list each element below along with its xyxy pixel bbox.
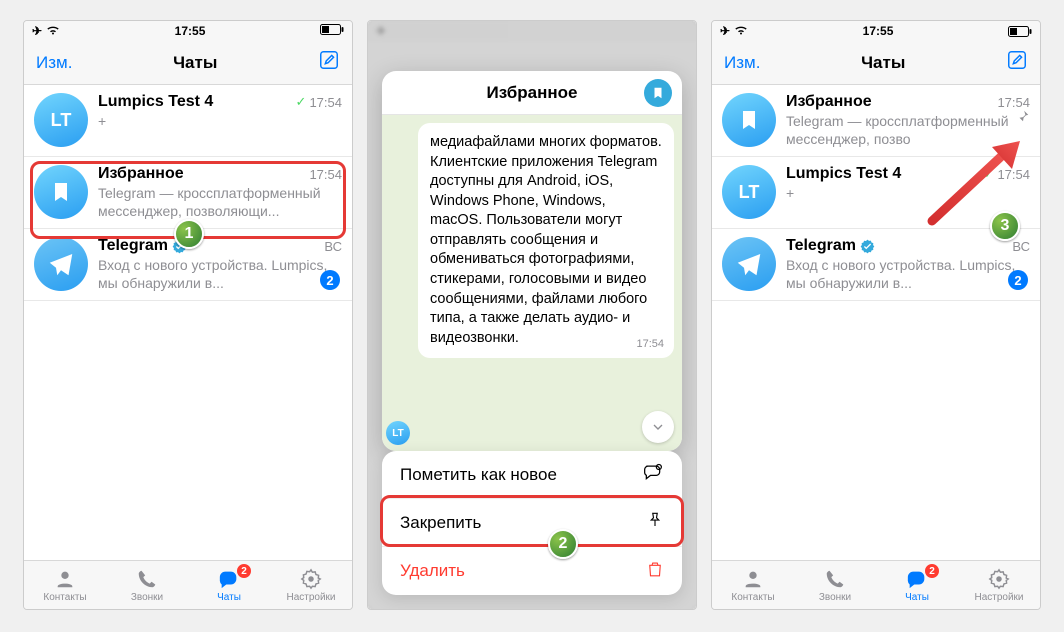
message-bubble: медиафайлами многих форматов. Клиентские… <box>418 123 674 358</box>
wifi-icon <box>734 24 748 38</box>
tab-calls[interactable]: Звонки <box>794 561 876 609</box>
mini-avatar: LT <box>386 421 410 445</box>
status-bar: ✈︎ 17:55 <box>712 21 1040 41</box>
navbar: Изм. Чаты <box>24 41 352 85</box>
chat-name: Lumpics Test 4 <box>98 93 213 111</box>
chat-time: ✓17:54 <box>984 166 1030 182</box>
verified-icon <box>860 239 875 254</box>
action-pin[interactable]: Закрепить <box>382 499 682 547</box>
airplane-icon: ✈︎ <box>720 24 730 38</box>
chat-preview: Вход с нового устройства. Lumpics, мы об… <box>98 257 342 292</box>
tab-badge: 2 <box>924 563 940 579</box>
check-icon: ✓ <box>296 94 307 110</box>
scroll-down-button[interactable] <box>642 411 674 443</box>
trash-icon <box>646 559 664 584</box>
context-menu: Пометить как новое Закрепить Удалить <box>382 451 682 595</box>
unread-badge: 2 <box>1008 270 1028 290</box>
navbar: Изм. Чаты <box>712 41 1040 85</box>
chat-preview: Вход с нового устройства. Lumpics, мы об… <box>786 257 1030 292</box>
tab-bar: Контакты Звонки Чаты 2 Настройки <box>24 560 352 609</box>
saved-icon <box>34 165 88 219</box>
tab-calls[interactable]: Звонки <box>106 561 188 609</box>
screenshot-3: ✈︎ 17:55 Изм. Чаты Избранное 17:54 <box>711 20 1041 610</box>
bubble-time: 17:54 <box>636 337 664 352</box>
chat-time: ВС <box>1012 239 1030 254</box>
battery-icon <box>320 24 344 38</box>
chat-time: ВС <box>324 239 342 254</box>
chat-row[interactable]: LT Lumpics Test 4 ✓17:54 + <box>24 85 352 157</box>
chat-preview: + <box>98 113 342 131</box>
compose-button[interactable] <box>318 49 340 76</box>
edit-button[interactable]: Изм. <box>36 53 72 73</box>
chat-name: Telegram <box>98 237 187 255</box>
page-title: Чаты <box>861 53 905 73</box>
avatar: LT <box>34 93 88 147</box>
step-badge-3: 3 <box>990 211 1020 241</box>
saved-icon <box>644 79 672 107</box>
chat-name: Lumpics Test 4 <box>786 165 901 183</box>
chat-name: Telegram <box>786 237 875 255</box>
page-title: Чаты <box>173 53 217 73</box>
chat-name: Избранное <box>98 165 184 183</box>
chat-preview: Telegram — кроссплатформенный мессенджер… <box>786 113 1030 148</box>
tab-badge: 2 <box>236 563 252 579</box>
compose-button[interactable] <box>1006 49 1028 76</box>
tab-contacts[interactable]: Контакты <box>24 561 106 609</box>
edit-button[interactable]: Изм. <box>724 53 760 73</box>
tab-contacts[interactable]: Контакты <box>712 561 794 609</box>
chat-row-saved[interactable]: Избранное 17:54 Telegram — кроссплатформ… <box>712 85 1040 157</box>
status-time: 17:55 <box>175 24 206 38</box>
avatar: LT <box>722 165 776 219</box>
chat-name: Избранное <box>786 93 872 111</box>
tab-settings[interactable]: Настройки <box>270 561 352 609</box>
pinned-icon <box>1016 109 1030 128</box>
chat-preview-card[interactable]: Избранное медиафайлами многих форматов. … <box>382 71 682 451</box>
status-bar: ✈︎ 17:55 <box>24 21 352 41</box>
telegram-icon <box>722 237 776 291</box>
tab-chats[interactable]: Чаты 2 <box>188 561 270 609</box>
chat-time: ✓17:54 <box>296 94 342 110</box>
tab-settings[interactable]: Настройки <box>958 561 1040 609</box>
action-delete[interactable]: Удалить <box>382 547 682 595</box>
chat-preview: Telegram — кроссплатформенный мессенджер… <box>98 185 342 220</box>
chat-time: 17:54 <box>997 95 1030 110</box>
tab-bar: Контакты Звонки Чаты 2 Настройки <box>712 560 1040 609</box>
chat-list: LT Lumpics Test 4 ✓17:54 + Избранное 17:… <box>24 85 352 560</box>
chat-list: Избранное 17:54 Telegram — кроссплатформ… <box>712 85 1040 560</box>
chat-unread-icon <box>642 462 664 487</box>
pin-icon <box>646 510 664 535</box>
unread-badge: 2 <box>320 270 340 290</box>
chat-preview: + <box>786 185 1030 203</box>
saved-icon <box>722 93 776 147</box>
screenshot-1: ✈︎ 17:55 Изм. Чаты LT Lumpics Test 4 ✓17… <box>23 20 353 610</box>
telegram-icon <box>34 237 88 291</box>
screenshot-2: ✈︎ Избранное медиафайлами многих формато… <box>367 20 697 610</box>
chat-time: 17:54 <box>309 167 342 182</box>
check-icon: ✓ <box>984 166 995 182</box>
tab-chats[interactable]: Чаты 2 <box>876 561 958 609</box>
status-time: 17:55 <box>863 24 894 38</box>
step-badge-1: 1 <box>174 219 204 249</box>
chat-row[interactable]: Telegram ВС Вход с нового устройства. Lu… <box>712 229 1040 301</box>
action-mark-unread[interactable]: Пометить как новое <box>382 451 682 499</box>
step-badge-2: 2 <box>548 529 578 559</box>
wifi-icon <box>46 24 60 38</box>
airplane-icon: ✈︎ <box>32 24 42 38</box>
preview-title: Избранное <box>487 83 578 103</box>
